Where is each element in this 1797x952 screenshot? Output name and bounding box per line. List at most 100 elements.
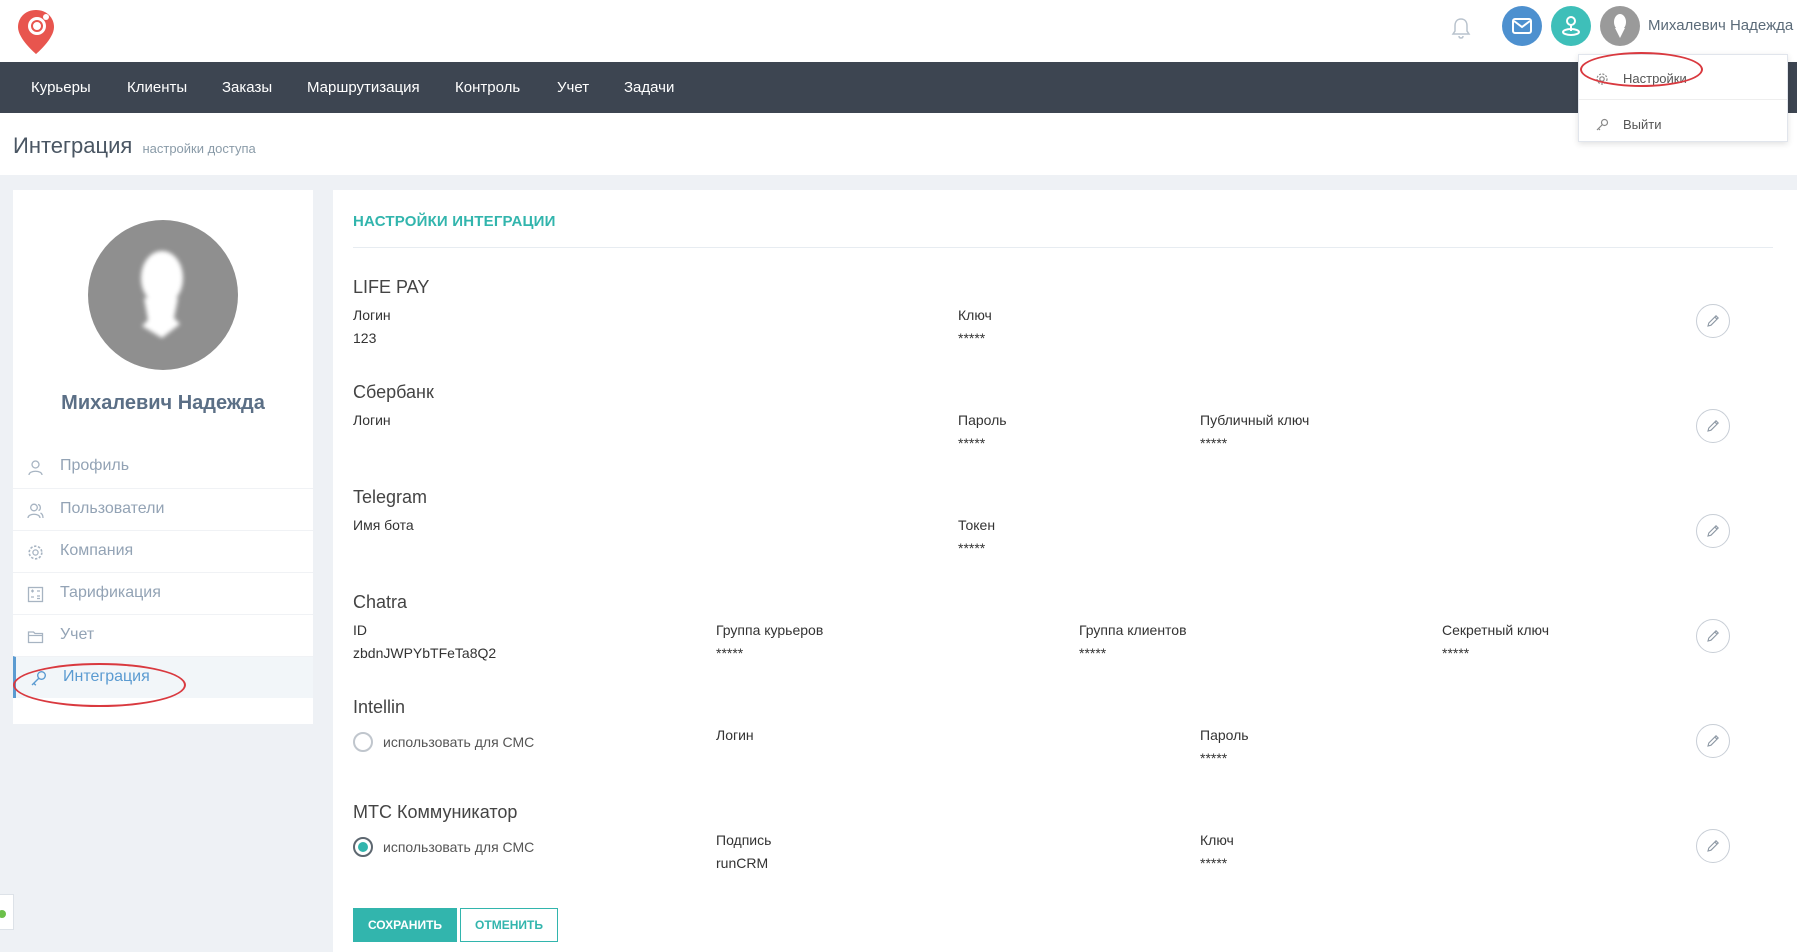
edit-mts-button[interactable] [1696,829,1730,863]
pencil-icon [1707,525,1719,537]
sidebar-item-label: Учет [60,626,95,643]
folder-icon [27,631,44,644]
edit-lifepay-button[interactable] [1696,304,1730,338]
integration-lifepay: LIFE PAY Логин 123 Ключ ***** [353,277,1773,377]
field-label: Пароль [958,412,1007,428]
sidebar-item-label: Компания [60,542,134,559]
user-avatar-button[interactable] [1600,6,1640,46]
profile-name: Михалевич Надежда [61,392,265,414]
gear-icon [1596,73,1608,85]
menu-item-settings[interactable]: Настройки [1579,59,1787,99]
field-label: Логин [716,727,754,743]
integration-chatra: Chatra ID zbdnJWPYbTFeTa8Q2 Группа курье… [353,592,1773,692]
use-for-sms-radio[interactable] [353,732,373,752]
field-value: runCRM [716,855,769,871]
use-for-sms-label[interactable]: использовать для СМС [383,734,534,750]
integration-name: Intellin [353,697,406,717]
field-value: ***** [1200,435,1228,451]
user-silhouette-icon [141,251,183,338]
field-label: Секретный ключ [1442,622,1549,638]
sidebar-item-users[interactable]: Пользователи [13,488,313,530]
menu-item-logout-label: Выйти [1623,117,1662,132]
header-user-name[interactable]: Михалевич Надежда [1648,17,1793,34]
menu-item-logout[interactable]: Выйти [1579,105,1787,145]
geolocation-button[interactable] [1551,6,1591,46]
integration-name: Chatra [353,592,408,612]
nav-item-tasks[interactable]: Задачи [624,79,674,96]
notifications-bell-icon[interactable] [1450,16,1472,40]
sidebar-item-label: Тарификация [60,584,161,601]
menu-divider [1579,99,1787,100]
sidebar-item-label: Пользователи [60,500,165,517]
profile-sidebar: Михалевич Надежда Профиль Пользователи К… [13,190,313,724]
field-clients-group: Группа клиентов ***** [1079,622,1187,661]
field-key: Ключ ***** [1200,832,1234,871]
pencil-icon [1707,735,1719,747]
edit-chatra-button[interactable] [1696,619,1730,653]
menu-item-settings-label: Настройки [1623,71,1687,86]
field-key: Ключ ***** [958,307,992,346]
nav-item-clients[interactable]: Клиенты [127,79,187,96]
field-value: ***** [1200,855,1228,871]
field-label: ID [353,622,367,638]
calculator-icon [27,586,44,603]
edit-sberbank-button[interactable] [1696,409,1730,443]
use-for-sms-radio[interactable] [353,837,373,857]
widget-icon [0,910,6,918]
user-silhouette-icon [1614,14,1626,38]
field-value: zbdnJWPYbTFeTa8Q2 [353,645,497,661]
integration-intellin: Intellin использовать для СМС Логин Паро… [353,697,1773,797]
pencil-icon [1707,315,1719,327]
integration-mts: МТС Коммуникатор использовать для СМС По… [353,802,1773,902]
field-label: Логин [353,412,391,428]
pencil-icon [1707,630,1719,642]
nav-item-control[interactable]: Контроль [455,79,520,96]
messages-button[interactable] [1502,6,1542,46]
page-title-bar: Интеграция настройки доступа [0,113,1797,175]
section-divider [353,247,1773,248]
sidebar-item-accounting[interactable]: Учет [13,614,313,656]
save-button[interactable]: СОХРАНИТЬ [353,908,457,942]
integration-name: LIFE PAY [353,277,430,297]
edit-intellin-button[interactable] [1696,724,1730,758]
integration-sberbank: Сбербанк Логин Пароль ***** Публичный кл… [353,382,1773,482]
side-widget-tab[interactable] [0,894,14,930]
field-bot-name: Имя бота [353,517,414,533]
field-public-key: Публичный ключ ***** [1200,412,1309,451]
nav-item-orders[interactable]: Заказы [222,79,272,96]
field-label: Имя бота [353,517,414,533]
nav-item-couriers[interactable]: Курьеры [31,79,91,96]
page-subtitle: настройки доступа [142,141,256,156]
field-password: Пароль ***** [1200,727,1249,766]
gear-icon [28,545,43,560]
app-logo-icon[interactable] [16,8,56,56]
sidebar-item-integration[interactable]: Интеграция [13,656,313,698]
field-label: Пароль [1200,727,1249,743]
sidebar-item-company[interactable]: Компания [13,530,313,572]
field-login: Логин [353,412,391,428]
field-label: Группа курьеров [716,622,824,638]
field-value: 123 [353,330,377,346]
user-dropdown-menu: Настройки Выйти [1578,54,1788,142]
edit-telegram-button[interactable] [1696,514,1730,548]
nav-item-routing[interactable]: Маршрутизация [307,79,420,96]
field-id: ID zbdnJWPYbTFeTa8Q2 [353,622,496,661]
integration-name: Telegram [353,487,428,507]
field-label: Группа клиентов [1079,622,1187,638]
page-title: Интеграция настройки доступа [13,133,256,159]
sidebar-item-profile[interactable]: Профиль [13,446,313,488]
nav-item-accounting[interactable]: Учет [557,79,589,96]
top-header: Михалевич Надежда [0,0,1797,62]
key-icon [31,671,46,686]
pencil-icon [1707,420,1719,432]
cancel-button[interactable]: ОТМЕНИТЬ [460,908,558,942]
integration-name: МТС Коммуникатор [353,802,518,822]
field-value: ***** [958,330,986,346]
sidebar-item-pricing[interactable]: Тарификация [13,572,313,614]
field-value: ***** [716,645,744,661]
sidebar-item-label: Профиль [60,457,130,474]
field-password: Пароль ***** [958,412,1007,451]
field-label: Ключ [1200,832,1234,848]
use-for-sms-label[interactable]: использовать для СМС [383,839,534,855]
main-navigation: Курьеры Клиенты Заказы Маршрутизация Кон… [0,62,1797,113]
